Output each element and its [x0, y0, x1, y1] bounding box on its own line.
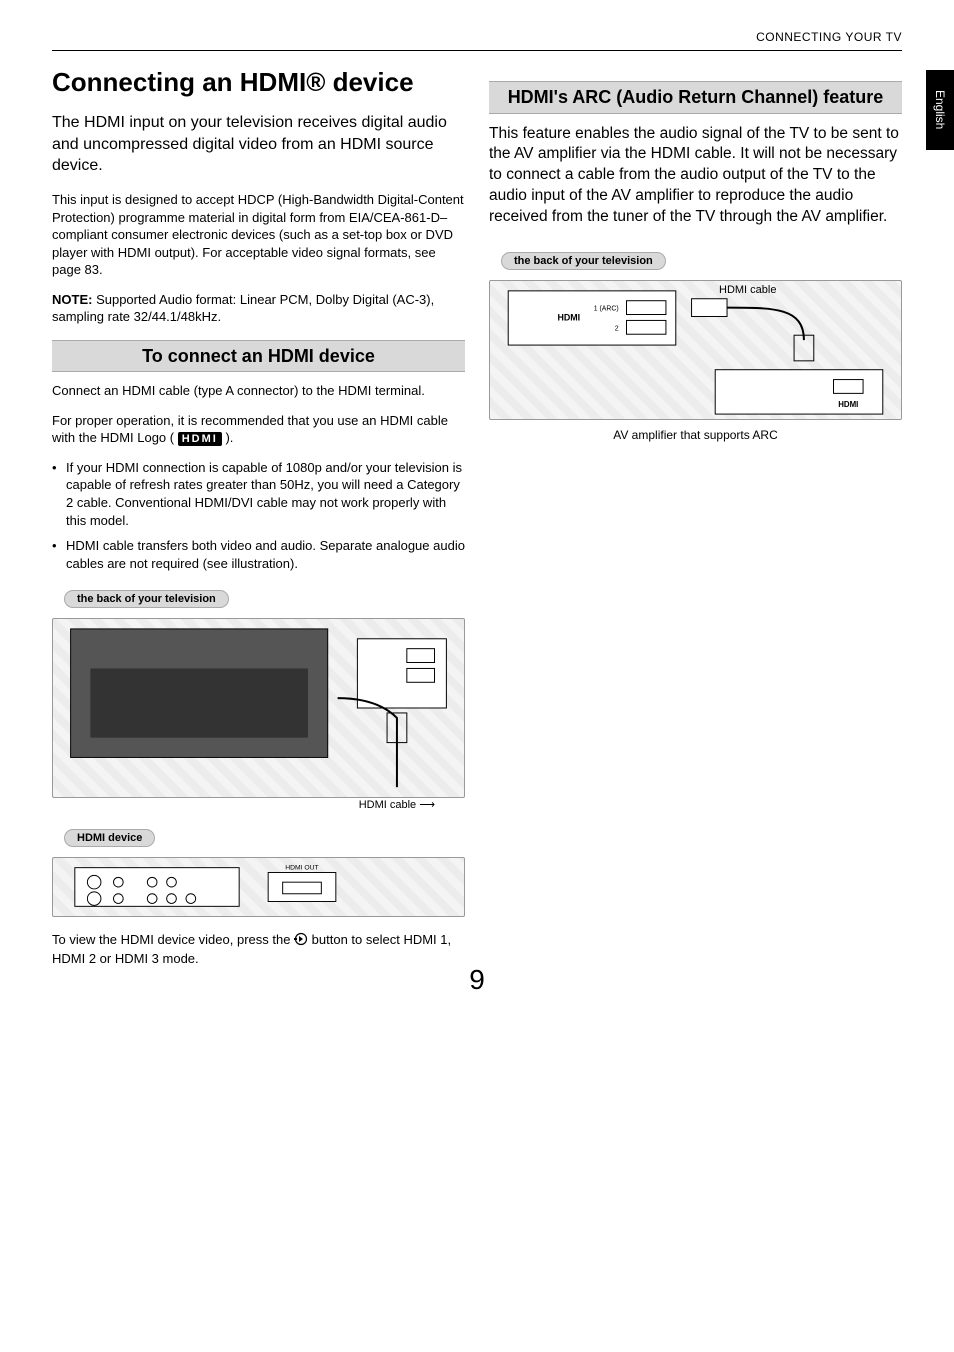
arc-intro-paragraph: This feature enables the audio signal of… — [489, 124, 902, 229]
diagram-label-device: HDMI device — [64, 829, 155, 847]
arc-illustration: 1 (ARC) 2 HDMI HDMI — [489, 280, 902, 420]
input-select-icon — [294, 932, 308, 951]
note-body: Supported Audio format: Linear PCM, Dolb… — [52, 292, 434, 325]
language-tab: English — [926, 70, 954, 150]
body-paragraph-connect: Connect an HDMI cable (type A connector)… — [52, 382, 465, 400]
body-paragraph-view: To view the HDMI device video, press the… — [52, 931, 465, 967]
intro-paragraph: The HDMI input on your television receiv… — [52, 112, 465, 177]
left-column: Connecting an HDMI® device The HDMI inpu… — [52, 67, 465, 980]
body-paragraph-logo: For proper operation, it is recommended … — [52, 412, 465, 447]
diagram-label-tv: the back of your television — [64, 590, 229, 608]
svg-text:HDMI: HDMI — [558, 313, 581, 323]
body-logo-prefix: For proper operation, it is recommended … — [52, 413, 448, 446]
hdmi-cable-label: HDMI cable ⟶ — [52, 798, 465, 811]
svg-text:2: 2 — [615, 325, 619, 332]
svg-text:HDMI OUT: HDMI OUT — [285, 865, 318, 872]
list-item: HDMI cable transfers both video and audi… — [52, 537, 465, 572]
diagram-tv-back: the back of your television HDMI cable ⟶ — [52, 580, 465, 811]
tv-back-svg — [53, 619, 464, 797]
section-heading: Connecting an HDMI® device — [52, 67, 465, 98]
diagram-arc: the back of your television HDMI cable 1… — [489, 242, 902, 442]
svg-text:HDMI: HDMI — [838, 400, 858, 409]
view-prefix: To view the HDMI device video, press the — [52, 932, 294, 947]
page-number: 9 — [0, 964, 954, 996]
arc-svg: 1 (ARC) 2 HDMI HDMI — [490, 281, 901, 419]
hdmi-logo-icon: HDMI — [178, 432, 222, 447]
arc-caption: AV amplifier that supports ARC — [489, 428, 902, 442]
right-column: HDMI's ARC (Audio Return Channel) featur… — [489, 67, 902, 980]
hdmi-device-illustration: HDMI OUT — [52, 857, 465, 917]
subheading-connect: To connect an HDMI device — [52, 340, 465, 373]
header-rule — [52, 50, 902, 51]
note-label: NOTE: — [52, 292, 92, 307]
hdmi-device-svg: HDMI OUT — [53, 858, 464, 916]
body-logo-suffix: ). — [222, 430, 234, 445]
svg-text:1 (ARC): 1 (ARC) — [594, 306, 619, 313]
note-paragraph: NOTE: Supported Audio format: Linear PCM… — [52, 291, 465, 326]
subheading-arc: HDMI's ARC (Audio Return Channel) featur… — [489, 81, 902, 114]
diagram-label-tv-arc: the back of your television — [501, 252, 666, 270]
list-item: If your HDMI connection is capable of 10… — [52, 459, 465, 529]
diagram-hdmi-device: HDMI device — [52, 819, 465, 917]
header-category: CONNECTING YOUR TV — [52, 30, 902, 44]
body-paragraph-hdcp: This input is designed to accept HDCP (H… — [52, 191, 465, 279]
bullet-list: If your HDMI connection is capable of 10… — [52, 459, 465, 572]
tv-back-illustration — [52, 618, 465, 798]
hdmi-cable-label-arc: HDMI cable — [719, 284, 776, 296]
